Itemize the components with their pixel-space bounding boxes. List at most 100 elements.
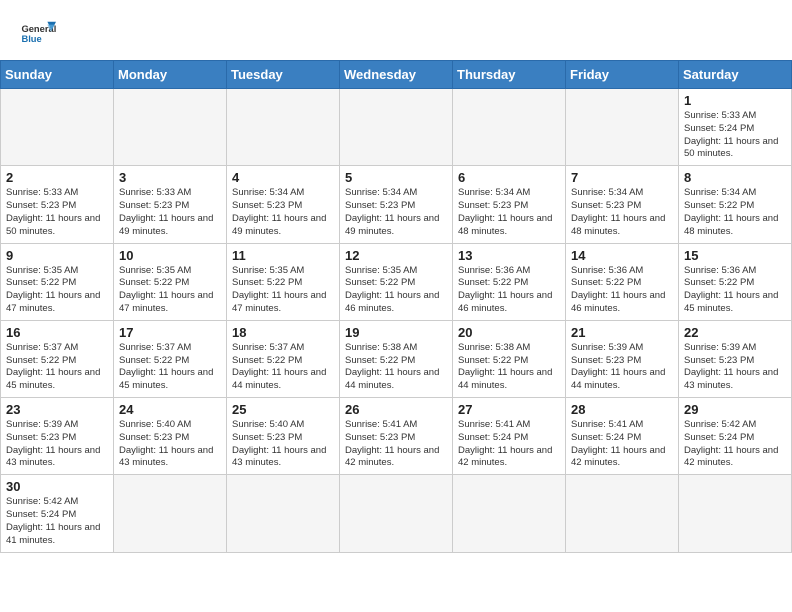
day-cell: 30Sunrise: 5:42 AMSunset: 5:24 PMDayligh…: [1, 475, 114, 552]
day-info: Sunrise: 5:35 AMSunset: 5:22 PMDaylight:…: [119, 265, 221, 316]
day-number: 23: [6, 402, 108, 417]
day-number: 20: [458, 325, 560, 340]
day-cell: [566, 89, 679, 166]
day-cell: 20Sunrise: 5:38 AMSunset: 5:22 PMDayligh…: [453, 320, 566, 397]
week-row-1: 2 Sunrise: 5:33 AMSunset: 5:23 PMDaylight…: [1, 166, 792, 243]
day-number: 3: [119, 170, 221, 185]
day-number: 10: [119, 248, 221, 263]
day-info: Sunrise: 5:41 AMSunset: 5:24 PMDaylight:…: [458, 419, 560, 470]
day-cell: 26 Sunrise: 5:41 AMSunset: 5:23 PMDayligh…: [340, 398, 453, 475]
day-cell: 10 Sunrise: 5:35 AMSunset: 5:22 PMDayligh…: [114, 243, 227, 320]
day-cell: 3 Sunrise: 5:33 AMSunset: 5:23 PMDaylight…: [114, 166, 227, 243]
header-day-wednesday: Wednesday: [340, 61, 453, 89]
day-info: Sunrise: 5:34 AMSunset: 5:22 PMDaylight:…: [684, 187, 786, 238]
day-info: Sunrise: 5:34 AMSunset: 5:23 PMDaylight:…: [458, 187, 560, 238]
day-info: Sunrise: 5:37 AMSunset: 5:22 PMDaylight:…: [6, 342, 108, 393]
week-row-5: 30Sunrise: 5:42 AMSunset: 5:24 PMDayligh…: [1, 475, 792, 552]
day-cell: 21 Sunrise: 5:39 AMSunset: 5:23 PMDayligh…: [566, 320, 679, 397]
day-info: Sunrise: 5:34 AMSunset: 5:23 PMDaylight:…: [232, 187, 334, 238]
day-cell: 5 Sunrise: 5:34 AMSunset: 5:23 PMDaylight…: [340, 166, 453, 243]
day-number: 26: [345, 402, 447, 417]
day-cell: 14Sunrise: 5:36 AMSunset: 5:22 PMDayligh…: [566, 243, 679, 320]
day-number: 28: [571, 402, 673, 417]
day-number: 13: [458, 248, 560, 263]
day-number: 5: [345, 170, 447, 185]
day-info: Sunrise: 5:35 AMSunset: 5:22 PMDaylight:…: [6, 265, 108, 316]
day-info: Sunrise: 5:41 AMSunset: 5:24 PMDaylight:…: [571, 419, 673, 470]
day-cell: [453, 475, 566, 552]
header-day-monday: Monday: [114, 61, 227, 89]
day-cell: 19 Sunrise: 5:38 AMSunset: 5:22 PMDayligh…: [340, 320, 453, 397]
day-number: 14: [571, 248, 673, 263]
day-info: Sunrise: 5:35 AMSunset: 5:22 PMDaylight:…: [232, 265, 334, 316]
day-info: Sunrise: 5:40 AMSunset: 5:23 PMDaylight:…: [119, 419, 221, 470]
day-info: Sunrise: 5:42 AMSunset: 5:24 PMDaylight:…: [6, 496, 108, 547]
day-cell: [566, 475, 679, 552]
day-number: 21: [571, 325, 673, 340]
calendar-header: SundayMondayTuesdayWednesdayThursdayFrid…: [1, 61, 792, 89]
day-cell: 7Sunrise: 5:34 AMSunset: 5:23 PMDaylight…: [566, 166, 679, 243]
day-cell: 15Sunrise: 5:36 AMSunset: 5:22 PMDayligh…: [679, 243, 792, 320]
day-number: 18: [232, 325, 334, 340]
week-row-2: 9 Sunrise: 5:35 AMSunset: 5:22 PMDaylight…: [1, 243, 792, 320]
day-info: Sunrise: 5:39 AMSunset: 5:23 PMDaylight:…: [571, 342, 673, 393]
day-cell: 13 Sunrise: 5:36 AMSunset: 5:22 PMDayligh…: [453, 243, 566, 320]
week-row-4: 23 Sunrise: 5:39 AMSunset: 5:23 PMDayligh…: [1, 398, 792, 475]
day-number: 22: [684, 325, 786, 340]
day-cell: 28 Sunrise: 5:41 AMSunset: 5:24 PMDayligh…: [566, 398, 679, 475]
calendar-wrapper: SundayMondayTuesdayWednesdayThursdayFrid…: [0, 60, 792, 553]
day-number: 17: [119, 325, 221, 340]
day-cell: [340, 89, 453, 166]
day-info: Sunrise: 5:41 AMSunset: 5:23 PMDaylight:…: [345, 419, 447, 470]
day-cell: [453, 89, 566, 166]
day-cell: [679, 475, 792, 552]
day-cell: 16Sunrise: 5:37 AMSunset: 5:22 PMDayligh…: [1, 320, 114, 397]
day-cell: 6 Sunrise: 5:34 AMSunset: 5:23 PMDaylight…: [453, 166, 566, 243]
calendar-body: 1 Sunrise: 5:33 AMSunset: 5:24 PMDaylight…: [1, 89, 792, 553]
day-number: 11: [232, 248, 334, 263]
day-number: 19: [345, 325, 447, 340]
day-info: Sunrise: 5:34 AMSunset: 5:23 PMDaylight:…: [571, 187, 673, 238]
day-info: Sunrise: 5:33 AMSunset: 5:24 PMDaylight:…: [684, 110, 786, 161]
calendar-table: SundayMondayTuesdayWednesdayThursdayFrid…: [0, 60, 792, 553]
day-number: 1: [684, 93, 786, 108]
day-number: 25: [232, 402, 334, 417]
header-day-thursday: Thursday: [453, 61, 566, 89]
day-cell: [227, 89, 340, 166]
day-info: Sunrise: 5:35 AMSunset: 5:22 PMDaylight:…: [345, 265, 447, 316]
day-number: 29: [684, 402, 786, 417]
day-info: Sunrise: 5:37 AMSunset: 5:22 PMDaylight:…: [119, 342, 221, 393]
day-cell: 17 Sunrise: 5:37 AMSunset: 5:22 PMDayligh…: [114, 320, 227, 397]
day-cell: 29 Sunrise: 5:42 AMSunset: 5:24 PMDayligh…: [679, 398, 792, 475]
svg-text:Blue: Blue: [21, 34, 41, 44]
day-cell: [1, 89, 114, 166]
header: General Blue: [0, 0, 792, 60]
day-number: 4: [232, 170, 334, 185]
day-info: Sunrise: 5:38 AMSunset: 5:22 PMDaylight:…: [345, 342, 447, 393]
day-info: Sunrise: 5:39 AMSunset: 5:23 PMDaylight:…: [6, 419, 108, 470]
day-number: 27: [458, 402, 560, 417]
day-info: Sunrise: 5:37 AMSunset: 5:22 PMDaylight:…: [232, 342, 334, 393]
day-number: 24: [119, 402, 221, 417]
day-number: 6: [458, 170, 560, 185]
header-day-tuesday: Tuesday: [227, 61, 340, 89]
day-cell: 22Sunrise: 5:39 AMSunset: 5:23 PMDayligh…: [679, 320, 792, 397]
day-number: 2: [6, 170, 108, 185]
day-info: Sunrise: 5:42 AMSunset: 5:24 PMDaylight:…: [684, 419, 786, 470]
day-info: Sunrise: 5:34 AMSunset: 5:23 PMDaylight:…: [345, 187, 447, 238]
day-cell: [227, 475, 340, 552]
day-info: Sunrise: 5:36 AMSunset: 5:22 PMDaylight:…: [458, 265, 560, 316]
day-number: 9: [6, 248, 108, 263]
week-row-3: 16Sunrise: 5:37 AMSunset: 5:22 PMDayligh…: [1, 320, 792, 397]
day-cell: 24 Sunrise: 5:40 AMSunset: 5:23 PMDayligh…: [114, 398, 227, 475]
day-info: Sunrise: 5:33 AMSunset: 5:23 PMDaylight:…: [6, 187, 108, 238]
day-number: 8: [684, 170, 786, 185]
day-info: Sunrise: 5:40 AMSunset: 5:23 PMDaylight:…: [232, 419, 334, 470]
header-day-sunday: Sunday: [1, 61, 114, 89]
day-cell: [114, 475, 227, 552]
day-cell: 9 Sunrise: 5:35 AMSunset: 5:22 PMDaylight…: [1, 243, 114, 320]
day-cell: 12Sunrise: 5:35 AMSunset: 5:22 PMDayligh…: [340, 243, 453, 320]
logo: General Blue: [20, 16, 56, 52]
day-info: Sunrise: 5:33 AMSunset: 5:23 PMDaylight:…: [119, 187, 221, 238]
header-row: SundayMondayTuesdayWednesdayThursdayFrid…: [1, 61, 792, 89]
